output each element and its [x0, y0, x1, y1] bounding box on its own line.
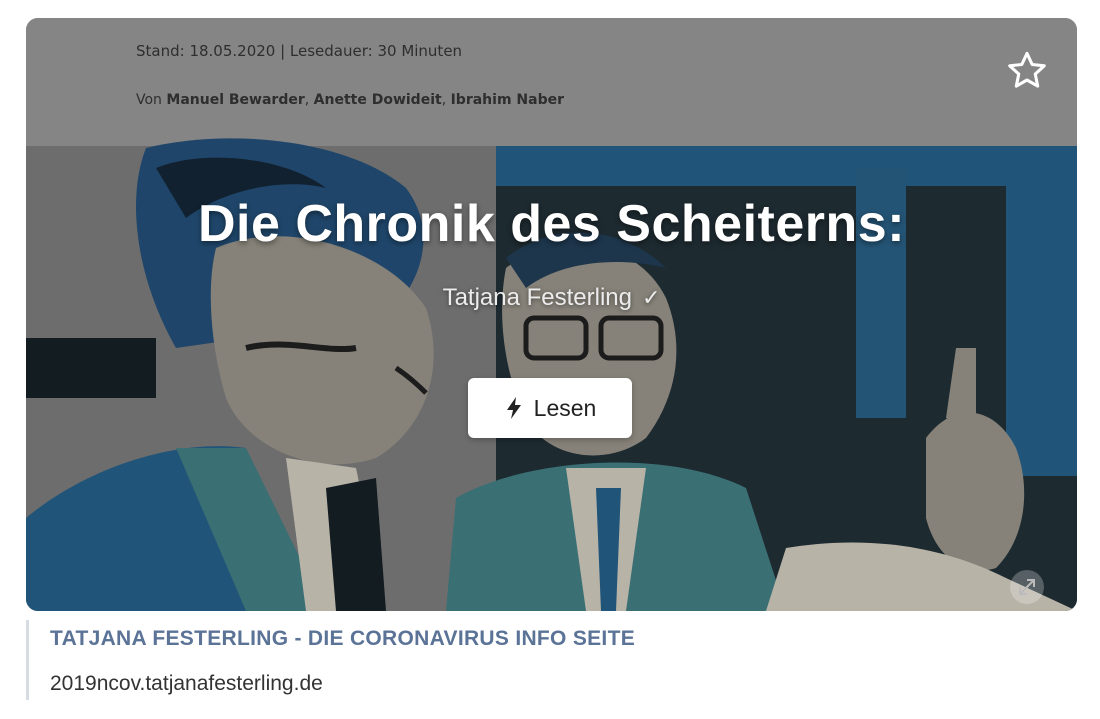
author-name: Ibrahim Naber	[450, 92, 564, 108]
link-preview-title[interactable]: TATJANA FESTERLING - DIE CORONAVIRUS INF…	[50, 627, 635, 651]
byline-prefix: Von	[136, 92, 162, 108]
card-title: Die Chronik des Scheiterns:	[197, 195, 906, 253]
article-meta: Stand: 18.05.2020 | Lesedauer: 30 Minute…	[136, 42, 463, 60]
link-preview-url: 2019ncov.tatjanafesterling.de	[50, 672, 323, 695]
poster-name: Tatjana Festerling ✓	[26, 284, 1077, 312]
article-card[interactable]: Stand: 18.05.2020 | Lesedauer: 30 Minute…	[26, 18, 1077, 611]
poster-label: Tatjana Festerling	[442, 284, 632, 311]
read-button[interactable]: Lesen	[468, 378, 632, 438]
star-outline-icon[interactable]	[1004, 48, 1050, 94]
article-byline: Von Manuel Bewarder, Anette Dowideit, Ib…	[136, 92, 564, 108]
lightning-icon	[506, 397, 521, 419]
author-name: Manuel Bewarder	[166, 92, 305, 108]
expand-icon[interactable]	[1010, 570, 1044, 604]
link-preview[interactable]: TATJANA FESTERLING - DIE CORONAVIRUS INF…	[26, 620, 1029, 700]
read-button-label: Lesen	[533, 394, 597, 421]
check-icon: ✓	[642, 285, 661, 310]
author-name: Anette Dowideit	[313, 92, 442, 108]
